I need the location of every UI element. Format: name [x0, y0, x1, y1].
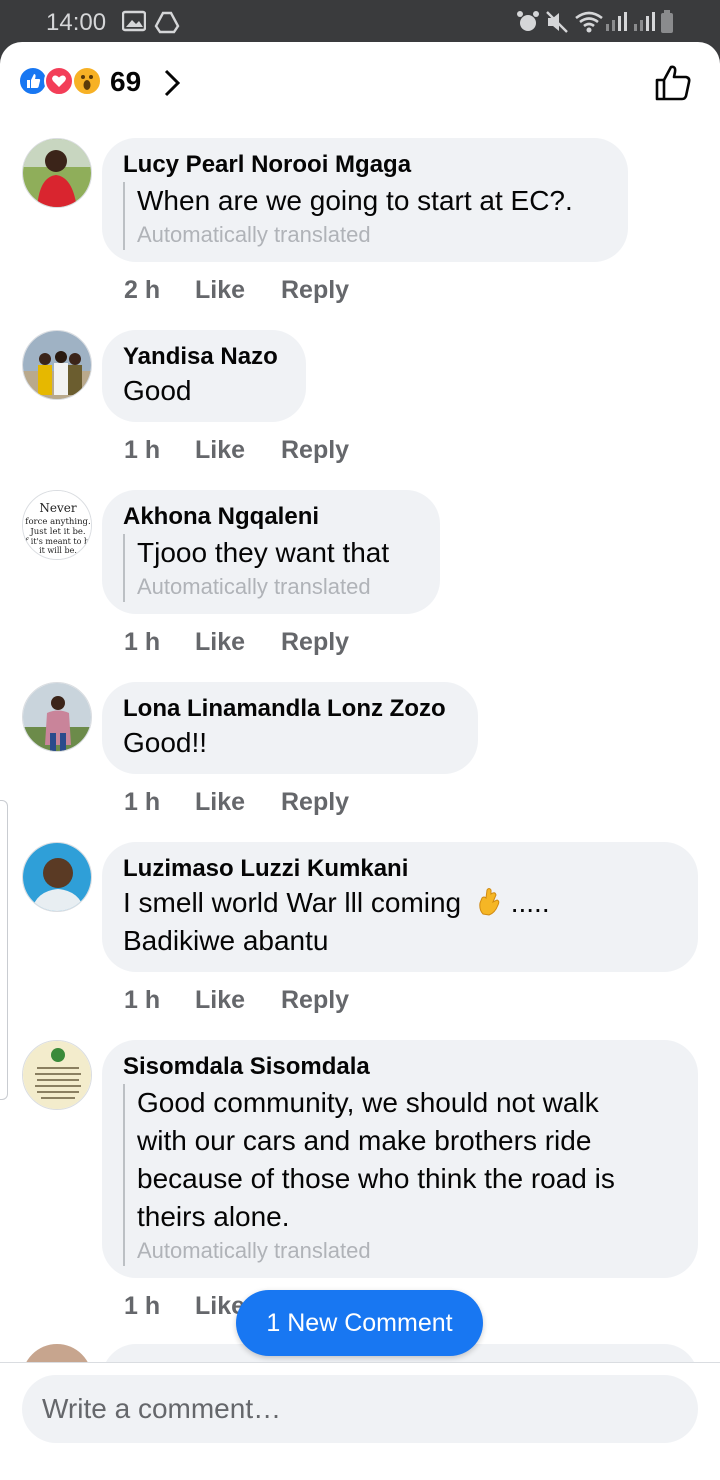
comment-author[interactable]: Luzimaso Luzzi Kumkani: [123, 854, 676, 884]
translated-block: Good community, we should not walk with …: [123, 1084, 676, 1266]
avatar[interactable]: [22, 330, 92, 400]
auto-translated-label[interactable]: Automatically translated: [137, 220, 606, 250]
comment-actions: 1 h Like Reply: [124, 436, 349, 465]
svg-text:Never: Never: [39, 501, 76, 515]
avatar: [22, 1344, 92, 1364]
comment-text: I smell world War lll coming ..... Badik…: [123, 884, 676, 960]
comment-text: When are we going to start at EC?.: [137, 185, 573, 216]
avatar[interactable]: [22, 138, 92, 208]
translated-block: When are we going to start at EC?. Autom…: [123, 182, 606, 250]
svg-text:it will be.: it will be.: [39, 546, 77, 555]
comment-time: 1 h: [124, 1292, 161, 1320]
comment-input[interactable]: Write a comment…: [22, 1375, 698, 1443]
comment-actions: 1 h Like Reply: [124, 788, 349, 817]
comment-author[interactable]: Sisomdala Sisomdala: [123, 1052, 676, 1082]
svg-text:If it's meant to be: If it's meant to be: [23, 537, 92, 546]
battery-icon: [661, 10, 673, 33]
like-button[interactable]: Like: [195, 276, 281, 305]
chevron-right-icon[interactable]: [162, 68, 182, 98]
comment-bubble[interactable]: Yandisa Nazo Good: [102, 330, 306, 422]
avatar[interactable]: [22, 842, 92, 912]
composer-bar: Write a comment…: [0, 1362, 720, 1480]
reply-button[interactable]: Reply: [281, 628, 349, 657]
alarm-icon: [517, 11, 539, 31]
like-button[interactable]: Like: [195, 986, 281, 1015]
comment-text-line: Good community, we should not walk: [137, 1087, 599, 1118]
auto-translated-label[interactable]: Automatically translated: [137, 1236, 676, 1266]
comment-time: 1 h: [124, 986, 161, 1014]
avatar[interactable]: [22, 1040, 92, 1110]
status-bar: 14:00: [0, 0, 720, 44]
status-time: 14:00: [46, 9, 107, 36]
comment-actions: 2 h Like Reply: [124, 276, 349, 305]
signal-icon: [606, 12, 655, 31]
wifi-icon: [575, 11, 603, 33]
reactions-header: 69: [0, 42, 720, 130]
comment-bubble[interactable]: Sisomdala Sisomdala Good community, we s…: [102, 1040, 698, 1278]
like-button[interactable]: Like: [195, 436, 281, 465]
translated-block: Tjooo they want that Automatically trans…: [123, 534, 418, 602]
edge-handle: [0, 800, 8, 1100]
comment-time: 1 h: [124, 788, 161, 816]
reply-button[interactable]: Reply: [281, 276, 349, 305]
mute-icon: [546, 11, 568, 33]
drive-icon: [154, 11, 180, 34]
comment-text-line: because of those who think the road is: [137, 1163, 615, 1194]
like-button[interactable]: Like: [195, 788, 281, 817]
auto-translated-label[interactable]: Automatically translated: [137, 572, 418, 602]
comment-text-line: theirs alone.: [137, 1201, 290, 1232]
comment-author[interactable]: Akhona Ngqaleni: [123, 502, 418, 532]
crossed-fingers-emoji-icon: [475, 886, 503, 916]
comment-actions: 1 h Like Reply: [124, 628, 349, 657]
reaction-count[interactable]: 69: [110, 66, 141, 98]
comment-text: Good!!: [123, 727, 208, 758]
new-comment-button[interactable]: 1 New Comment: [236, 1290, 483, 1356]
like-button[interactable]: Like: [195, 628, 281, 657]
reply-button[interactable]: Reply: [281, 788, 349, 817]
comment-text-suffix: .....: [510, 887, 550, 918]
comment-text-line: with our cars and make brothers ride: [137, 1125, 592, 1156]
svg-text:Just let it be.: Just let it be.: [29, 527, 85, 537]
comment-bubble[interactable]: Luzimaso Luzzi Kumkani I smell world War…: [102, 842, 698, 972]
comment-bubble[interactable]: Lucy Pearl Norooi Mgaga When are we goin…: [102, 138, 628, 262]
comment-time: 2 h: [124, 276, 161, 304]
comment-text: Good: [123, 375, 192, 406]
comment-text-line: I smell world War lll coming: [123, 887, 462, 918]
comments-sheet: 69 Lucy Pearl Norooi Mgaga When are we g…: [0, 42, 720, 1480]
comment-time: 1 h: [124, 628, 161, 656]
comment-actions: 1 h Like Reply: [124, 986, 349, 1015]
comment-author[interactable]: Yandisa Nazo: [123, 342, 284, 372]
comment-author[interactable]: Lona Linamandla Lonz Zozo: [123, 694, 456, 724]
svg-text:force anything.: force anything.: [25, 517, 90, 527]
reply-button[interactable]: Reply: [281, 986, 349, 1015]
wow-reaction-icon: [72, 66, 102, 96]
comment-bubble[interactable]: Lona Linamandla Lonz Zozo Good!!: [102, 682, 478, 774]
comment-time: 1 h: [124, 436, 161, 464]
avatar[interactable]: [22, 682, 92, 752]
comment-text-line: Badikiwe abantu: [123, 925, 329, 956]
avatar[interactable]: Never force anything. Just let it be. If…: [22, 490, 92, 560]
love-reaction-icon: [44, 66, 74, 96]
gallery-icon: [122, 10, 146, 32]
thumbs-up-outline-icon[interactable]: [654, 64, 692, 102]
comment-author[interactable]: Lucy Pearl Norooi Mgaga: [123, 150, 606, 180]
comment-text: Tjooo they want that: [137, 537, 390, 568]
comment-bubble[interactable]: Akhona Ngqaleni Tjooo they want that Aut…: [102, 490, 440, 614]
reply-button[interactable]: Reply: [281, 436, 349, 465]
